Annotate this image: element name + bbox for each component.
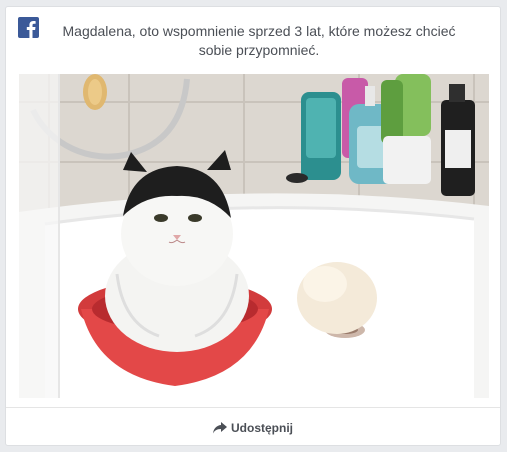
- memory-headline: Magdalena, oto wspomnienie sprzed 3 lat,…: [62, 23, 456, 58]
- memory-photo[interactable]: [19, 74, 489, 398]
- share-button[interactable]: Udostępnij: [6, 408, 500, 445]
- facebook-logo-icon: [18, 17, 39, 38]
- share-button-label: Udostępnij: [231, 420, 293, 435]
- share-arrow-icon: [213, 421, 227, 434]
- memory-card: Magdalena, oto wspomnienie sprzed 3 lat,…: [5, 6, 501, 446]
